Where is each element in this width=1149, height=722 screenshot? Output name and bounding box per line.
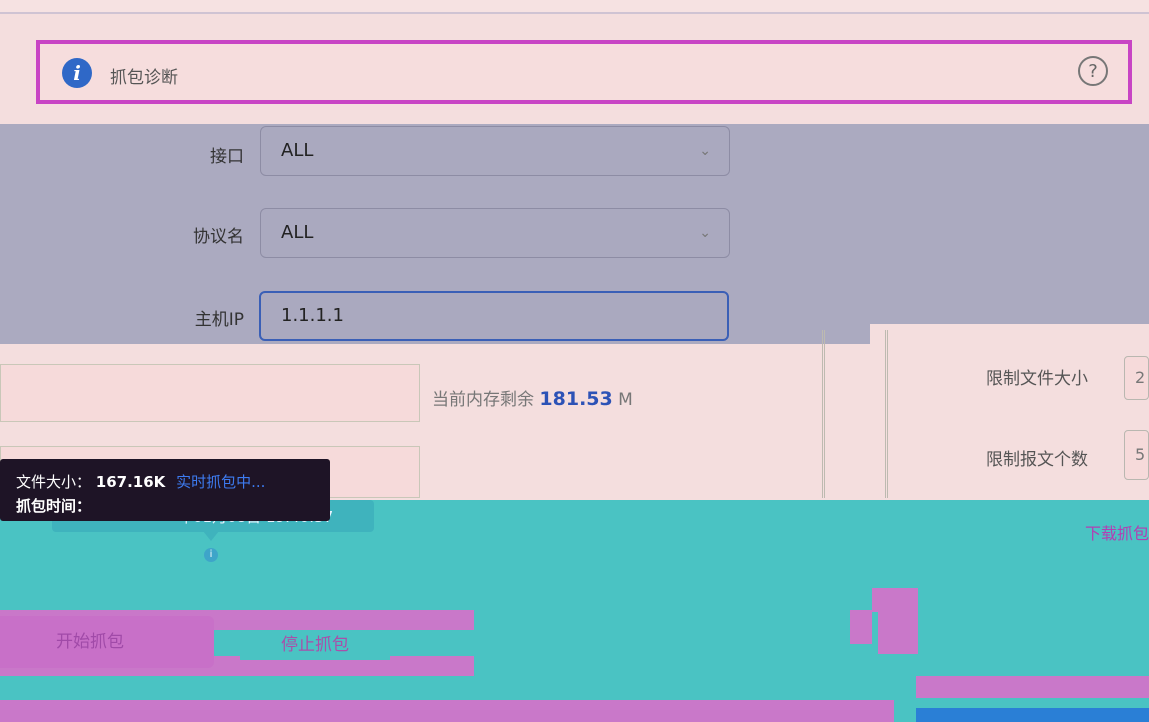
- progress-bar: [916, 708, 1149, 722]
- tooltip-status: 实时抓包中...: [176, 473, 266, 491]
- download-link[interactable]: 下载抓包: [1085, 520, 1149, 544]
- interface-value: ALL: [281, 140, 314, 161]
- memory-prefix: 当前内存剩余: [432, 390, 534, 410]
- start-capture-button[interactable]: 开始抓包: [0, 616, 214, 668]
- interface-label: 接口: [210, 147, 244, 167]
- panel-header: i 抓包诊断 ?: [36, 40, 1132, 104]
- host-ip-value: 1.1.1.1: [281, 305, 344, 326]
- stop-capture-button[interactable]: 停止抓包: [240, 630, 390, 660]
- bar-decoration: [0, 700, 894, 722]
- info-icon: i: [62, 58, 92, 88]
- host-ip-input[interactable]: 1.1.1.1: [259, 291, 729, 341]
- protocol-value: ALL: [281, 222, 314, 243]
- chevron-down-icon: ⌄: [699, 225, 711, 241]
- interface-select[interactable]: ALL ⌄: [260, 126, 730, 176]
- capture-filter-input[interactable]: [0, 364, 420, 422]
- capture-tooltip: 文件大小： 167.16K 实时抓包中... 抓包时间：: [0, 459, 330, 521]
- progress-marker-icon[interactable]: i: [204, 548, 218, 562]
- host-ip-label: 主机IP: [194, 310, 244, 330]
- column-divider: [822, 330, 888, 498]
- tooltip-line-time: 抓包时间：: [16, 495, 91, 516]
- file-size-limit-input[interactable]: 2: [1124, 356, 1149, 400]
- chevron-down-icon: ⌄: [699, 143, 711, 159]
- help-icon[interactable]: ?: [1078, 56, 1108, 86]
- bar-decoration: [916, 676, 1149, 698]
- memory-value: 181.53: [539, 388, 613, 410]
- tooltip-line-file-size: 文件大小： 167.16K 实时抓包中...: [16, 471, 265, 492]
- download-icon[interactable]: [850, 588, 918, 654]
- protocol-label: 协议名: [193, 227, 244, 247]
- memory-unit: M: [618, 390, 633, 410]
- protocol-select[interactable]: ALL ⌄: [260, 208, 730, 258]
- memory-remaining: 当前内存剩余 181.53 M: [432, 385, 633, 410]
- tooltip-time-label: 抓包时间：: [16, 497, 92, 515]
- packet-count-limit-input[interactable]: 5: [1124, 430, 1149, 480]
- tooltip-file-size-label: 文件大小：: [16, 473, 92, 491]
- tooltip-file-size-value: 167.16K: [95, 473, 166, 491]
- page-title: 抓包诊断: [110, 68, 178, 88]
- file-size-limit-label: 限制文件大小: [986, 369, 1088, 389]
- tooltip-arrow: [203, 531, 219, 541]
- packet-count-limit-label: 限制报文个数: [986, 450, 1088, 470]
- top-strip: [0, 0, 1149, 14]
